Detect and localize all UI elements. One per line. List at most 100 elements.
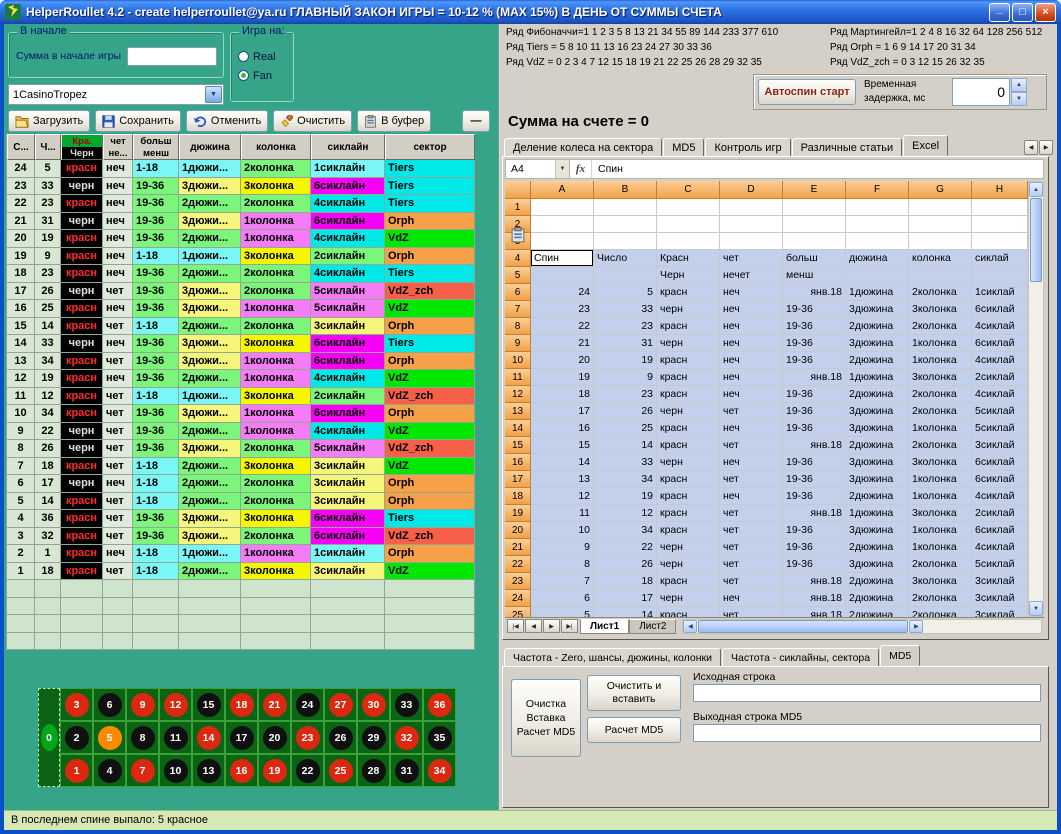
cell-G15[interactable]: 2колонка xyxy=(909,437,972,454)
cell-D21[interactable]: чет xyxy=(720,539,783,556)
tab-Частота - Zero, шансы, дюжины, колонки[interactable]: Частота - Zero, шансы, дюжины, колонки xyxy=(504,648,721,666)
cell-D16[interactable]: неч xyxy=(720,454,783,471)
row-header-10[interactable]: 10 xyxy=(505,352,531,369)
grid-corner[interactable] xyxy=(505,181,531,199)
scroll-up-icon[interactable]: ▲ xyxy=(1029,182,1043,197)
cell-B4[interactable]: Число xyxy=(594,250,657,267)
cell-C9[interactable]: черн xyxy=(657,335,720,352)
cell-H19[interactable]: 2сиклай xyxy=(972,505,1028,522)
cell-C16[interactable]: черн xyxy=(657,454,720,471)
cell-C5[interactable]: Черн xyxy=(657,267,720,284)
cell-H22[interactable]: 5сиклай xyxy=(972,556,1028,573)
column-header-C[interactable]: C xyxy=(657,181,720,199)
cell-B1[interactable] xyxy=(594,199,657,216)
board-cell-1[interactable]: 1 xyxy=(60,754,93,787)
cell-H8[interactable]: 4сиклай xyxy=(972,318,1028,335)
tab-Деление колеса на сектора[interactable]: Деление колеса на сектора xyxy=(504,138,662,156)
paste-options-icon[interactable] xyxy=(510,227,527,244)
row-header-23[interactable]: 23 xyxy=(505,573,531,590)
tab-Различные статьи[interactable]: Различные статьи xyxy=(792,138,903,156)
cell-F16[interactable]: 3дюжина xyxy=(846,454,909,471)
board-cell-23[interactable]: 23 xyxy=(291,721,324,754)
cell-G1[interactable] xyxy=(909,199,972,216)
board-cell-2[interactable]: 2 xyxy=(60,721,93,754)
board-cell-6[interactable]: 6 xyxy=(93,688,126,721)
cell-A13[interactable]: 17 xyxy=(531,403,594,420)
cell-E5[interactable]: менш xyxy=(783,267,846,284)
row-header-22[interactable]: 22 xyxy=(505,556,531,573)
cell-A8[interactable]: 22 xyxy=(531,318,594,335)
column-header-H[interactable]: H xyxy=(972,181,1028,199)
cell-H15[interactable]: 3сиклай xyxy=(972,437,1028,454)
board-cell-30[interactable]: 30 xyxy=(357,688,390,721)
cell-C11[interactable]: красн xyxy=(657,369,720,386)
cell-G18[interactable]: 1колонка xyxy=(909,488,972,505)
cell-F3[interactable] xyxy=(846,233,909,250)
board-cell-28[interactable]: 28 xyxy=(357,754,390,787)
cell-C23[interactable]: красн xyxy=(657,573,720,590)
cell-B19[interactable]: 12 xyxy=(594,505,657,522)
cell-C4[interactable]: Красн xyxy=(657,250,720,267)
cell-A9[interactable]: 21 xyxy=(531,335,594,352)
scroll-left-icon[interactable]: ◀ xyxy=(683,620,697,633)
cell-H24[interactable]: 3сиклай xyxy=(972,590,1028,607)
row-header-17[interactable]: 17 xyxy=(505,471,531,488)
cell-B10[interactable]: 19 xyxy=(594,352,657,369)
cell-E12[interactable]: 19-36 xyxy=(783,386,846,403)
cell-G19[interactable]: 3колонка xyxy=(909,505,972,522)
cell-D1[interactable] xyxy=(720,199,783,216)
cell-F8[interactable]: 2дюжина xyxy=(846,318,909,335)
tab-scroll-right-button[interactable]: ▶ xyxy=(1039,140,1053,155)
board-cell-32[interactable]: 32 xyxy=(390,721,423,754)
cell-B15[interactable]: 14 xyxy=(594,437,657,454)
cell-E17[interactable]: 19-36 xyxy=(783,471,846,488)
cell-A18[interactable]: 12 xyxy=(531,488,594,505)
cell-C6[interactable]: красн xyxy=(657,284,720,301)
cell-A14[interactable]: 16 xyxy=(531,420,594,437)
cell-G12[interactable]: 2колонка xyxy=(909,386,972,403)
scroll-down-icon[interactable]: ▼ xyxy=(1029,601,1043,616)
cell-C24[interactable]: черн xyxy=(657,590,720,607)
row-header-5[interactable]: 5 xyxy=(505,267,531,284)
cell-E15[interactable]: янв.18 xyxy=(783,437,846,454)
cell-F15[interactable]: 2дюжина xyxy=(846,437,909,454)
cell-B3[interactable] xyxy=(594,233,657,250)
cell-D15[interactable]: чет xyxy=(720,437,783,454)
maximize-button[interactable]: □ xyxy=(1012,3,1033,22)
cell-D14[interactable]: неч xyxy=(720,420,783,437)
cell-B17[interactable]: 34 xyxy=(594,471,657,488)
cell-H2[interactable] xyxy=(972,216,1028,233)
board-cell-10[interactable]: 10 xyxy=(159,754,192,787)
cell-E13[interactable]: 19-36 xyxy=(783,403,846,420)
cell-B14[interactable]: 25 xyxy=(594,420,657,437)
board-cell-36[interactable]: 36 xyxy=(423,688,456,721)
board-cell-14[interactable]: 14 xyxy=(192,721,225,754)
sheet-nav-button-2[interactable]: ▶ xyxy=(543,619,560,633)
md5-input-field[interactable] xyxy=(693,684,1041,702)
cell-G11[interactable]: 3колонка xyxy=(909,369,972,386)
cell-A2[interactable] xyxy=(531,216,594,233)
cell-B24[interactable]: 17 xyxy=(594,590,657,607)
cell-D6[interactable]: неч xyxy=(720,284,783,301)
cell-G16[interactable]: 3колонка xyxy=(909,454,972,471)
board-cell-8[interactable]: 8 xyxy=(126,721,159,754)
clipboard-button[interactable]: В буфер xyxy=(357,110,431,132)
cell-H4[interactable]: сиклай xyxy=(972,250,1028,267)
cell-E18[interactable]: 19-36 xyxy=(783,488,846,505)
board-cell-19[interactable]: 19 xyxy=(258,754,291,787)
delay-value-field[interactable]: 0 xyxy=(952,78,1010,106)
cell-B11[interactable]: 9 xyxy=(594,369,657,386)
horizontal-scrollbar-thumb[interactable] xyxy=(698,620,908,633)
cell-D13[interactable]: чет xyxy=(720,403,783,420)
cell-E6[interactable]: янв.18 xyxy=(783,284,846,301)
sheet-tab-Лист2[interactable]: Лист2 xyxy=(629,619,676,634)
cell-H3[interactable] xyxy=(972,233,1028,250)
vertical-scrollbar-thumb[interactable] xyxy=(1030,198,1042,282)
board-cell-4[interactable]: 4 xyxy=(93,754,126,787)
board-cell-29[interactable]: 29 xyxy=(357,721,390,754)
cell-E16[interactable]: 19-36 xyxy=(783,454,846,471)
cell-G20[interactable]: 1колонка xyxy=(909,522,972,539)
row-header-7[interactable]: 7 xyxy=(505,301,531,318)
minimize-button[interactable]: _ xyxy=(989,3,1010,22)
cell-F1[interactable] xyxy=(846,199,909,216)
